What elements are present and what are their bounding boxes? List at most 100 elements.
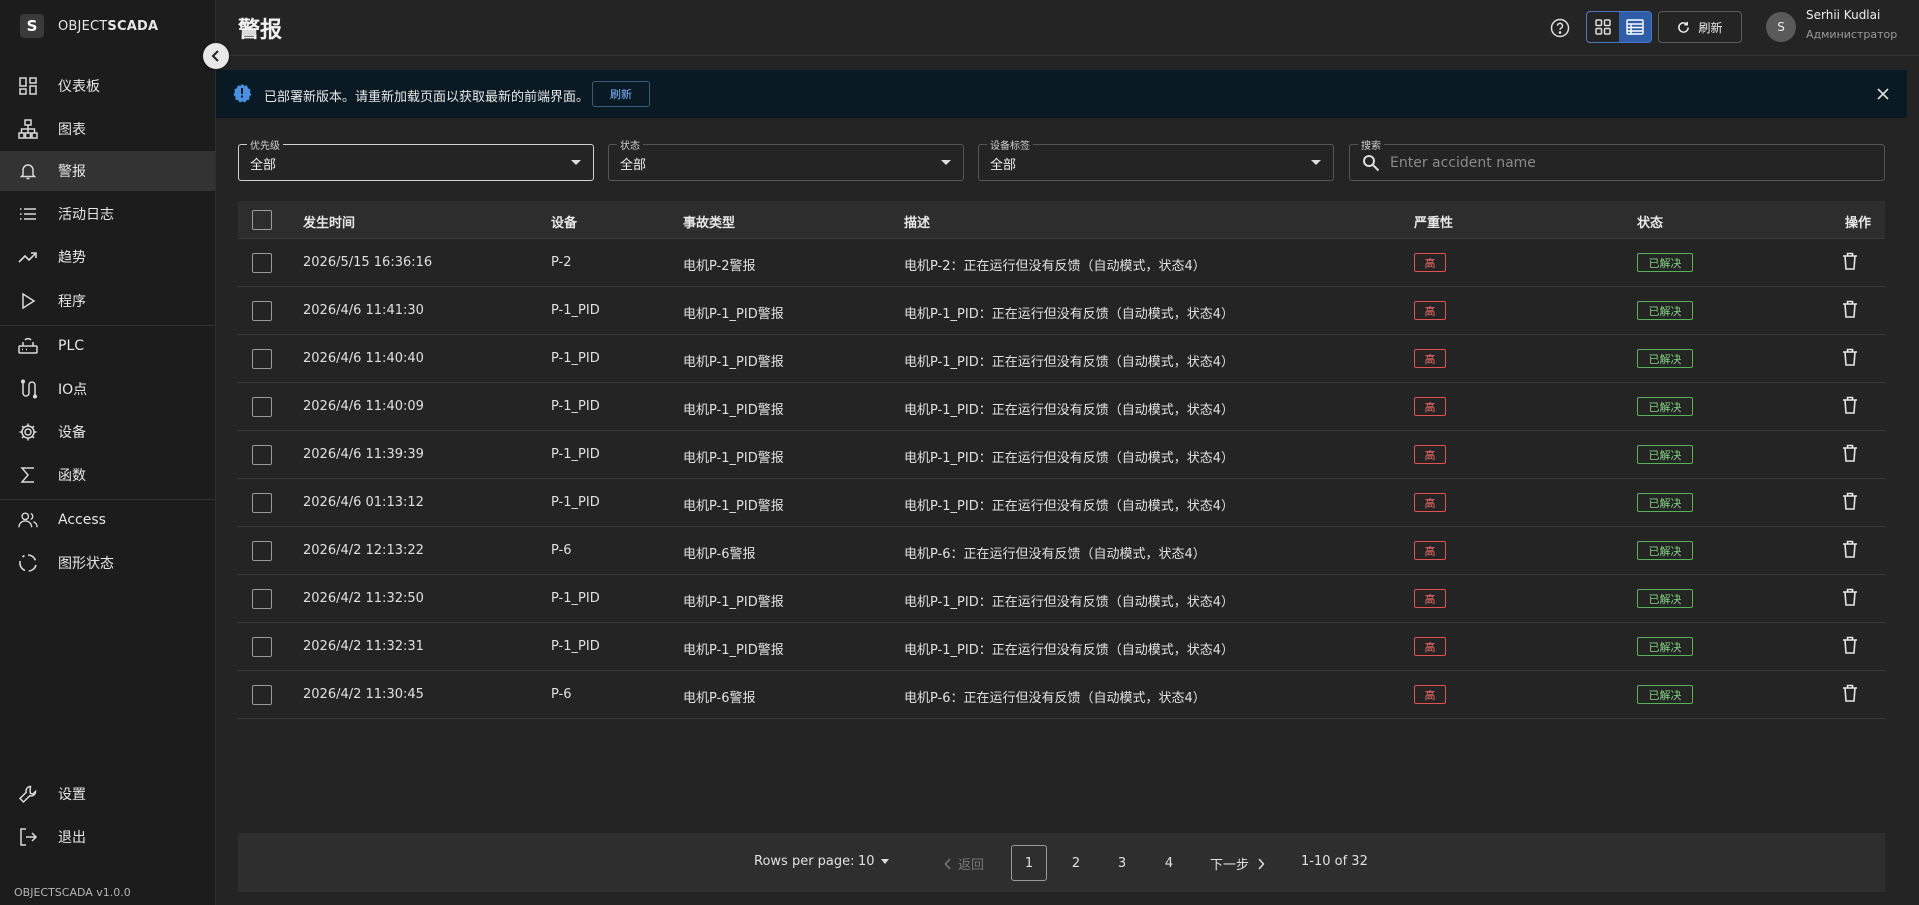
close-icon[interactable] [1873,84,1893,104]
page-button-2[interactable]: 2 [1058,845,1094,881]
page-button-4[interactable]: 4 [1151,845,1187,881]
banner-message: 已部署新版本。请重新加载页面以获取最新的前端界面。 [264,90,590,105]
trash-icon[interactable] [1842,684,1862,706]
cell-type: 电机P-2警报 [683,259,756,274]
row-checkbox[interactable] [252,301,272,321]
priority-select[interactable]: 优先级 全部 [238,137,594,181]
status-badge: 已解决 [1637,397,1693,416]
table-row[interactable]: 2026/5/15 16:36:16 P-2 电机P-2警报 电机P-2：正在运… [238,239,1885,287]
table-row[interactable]: 2026/4/6 11:39:39 P-1_PID 电机P-1_PID警报 电机… [238,431,1885,479]
trash-icon[interactable] [1842,300,1862,322]
column-header-description[interactable]: 描述 [904,212,930,231]
trash-icon[interactable] [1842,348,1862,370]
caret-down-icon [941,160,951,165]
sidebar-item-label: 警报 [58,164,86,180]
select-all-checkbox[interactable] [252,210,272,230]
table-row[interactable]: 2026/4/2 12:13:22 P-6 电机P-6警报 电机P-6：正在运行… [238,527,1885,575]
grid-view-button[interactable] [1587,12,1619,42]
column-header-time[interactable]: 发生时间 [303,212,355,231]
sidebar-item-label: 设备 [58,425,86,441]
column-header-type[interactable]: 事故类型 [683,212,735,231]
table-row[interactable]: 2026/4/6 11:41:30 P-1_PID 电机P-1_PID警报 电机… [238,287,1885,335]
help-icon[interactable] [1546,14,1574,42]
list-view-button[interactable] [1619,12,1651,42]
sidebar-item-dashboard[interactable]: 仪表板 [0,66,215,106]
brand[interactable]: S OBJECTSCADA [0,0,215,52]
plc-icon [18,336,38,356]
table-row[interactable]: 2026/4/2 11:32:31 P-1_PID 电机P-1_PID警报 电机… [238,623,1885,671]
column-header-device[interactable]: 设备 [551,212,577,231]
view-toggle [1586,11,1652,43]
trash-icon[interactable] [1842,396,1862,418]
device-tag-select[interactable]: 设备标签 全部 [978,137,1334,181]
user-name[interactable]: Serhii Kudlai [1806,8,1880,22]
sidebar-item-functions[interactable]: 函数 [0,455,215,495]
sidebar-item-settings[interactable]: 设置 [0,774,215,814]
trash-icon[interactable] [1842,540,1862,562]
severity-badge: 高 [1414,253,1446,272]
page-button-3[interactable]: 3 [1104,845,1140,881]
rows-per-page-select[interactable]: 10 [858,854,889,869]
table-row[interactable]: 2026/4/6 11:40:09 P-1_PID 电机P-1_PID警报 电机… [238,383,1885,431]
row-checkbox[interactable] [252,685,272,705]
row-checkbox[interactable] [252,589,272,609]
table-row[interactable]: 2026/4/6 01:13:12 P-1_PID 电机P-1_PID警报 电机… [238,479,1885,527]
wrench-icon [18,784,38,804]
rows-per-page-value: 10 [858,854,875,869]
table-row[interactable]: 2026/4/6 11:40:40 P-1_PID 电机P-1_PID警报 电机… [238,335,1885,383]
sidebar-item-label: Access [58,512,106,528]
avatar[interactable]: S [1766,12,1796,42]
sidebar-item-access[interactable]: Access [0,500,215,540]
trash-icon[interactable] [1842,588,1862,610]
prev-page-button[interactable]: 返回 [944,854,984,873]
alarms-table: 发生时间 设备 事故类型 描述 严重性 状态 操作 2026/5/15 16:3… [238,201,1885,719]
sidebar-item-activity-log[interactable]: 活动日志 [0,194,215,234]
brand-name-suffix: SCADA [107,18,159,34]
sidebar-item-logout[interactable]: 退出 [0,817,215,857]
row-checkbox[interactable] [252,253,272,273]
row-checkbox[interactable] [252,349,272,369]
sidebar-item-graphic-states[interactable]: 图形状态 [0,543,215,583]
cell-time: 2026/4/2 11:32:50 [303,591,424,606]
trash-icon[interactable] [1842,252,1862,274]
sidebar-item-programs[interactable]: 程序 [0,281,215,321]
sidebar-item-io-points[interactable]: IO点 [0,369,215,409]
sidebar-item-plc[interactable]: PLC [0,326,215,366]
search-input[interactable] [1390,153,1870,173]
cell-time: 2026/5/15 16:36:16 [303,255,433,270]
trash-icon[interactable] [1842,636,1862,658]
device-tag-label: 设备标签 [987,137,1033,152]
row-checkbox[interactable] [252,541,272,561]
caret-down-icon [1311,160,1321,165]
table-header: 发生时间 设备 事故类型 描述 严重性 状态 操作 [238,201,1885,239]
severity-badge: 高 [1414,685,1446,704]
table-row[interactable]: 2026/4/2 11:32:50 P-1_PID 电机P-1_PID警报 电机… [238,575,1885,623]
table-row[interactable]: 2026/4/2 11:30:45 P-6 电机P-6警报 电机P-6：正在运行… [238,671,1885,719]
sigma-icon [18,465,38,485]
severity-badge: 高 [1414,493,1446,512]
sidebar-item-diagrams[interactable]: 图表 [0,109,215,149]
row-checkbox[interactable] [252,397,272,417]
next-page-button[interactable]: 下一步 [1210,854,1265,873]
brand-logo: S [20,14,44,38]
page-button-1[interactable]: 1 [1011,845,1047,881]
refresh-button[interactable]: 刷新 [1658,11,1742,43]
chevron-left-icon [211,50,219,62]
row-checkbox[interactable] [252,493,272,513]
sidebar-item-alarms[interactable]: 警报 [0,151,215,191]
sidebar-item-label: 图形状态 [58,556,114,572]
banner-refresh-button[interactable]: 刷新 [592,81,650,107]
trash-icon[interactable] [1842,492,1862,514]
brand-name: OBJECTSCADA [58,19,158,34]
collapse-sidebar-button[interactable] [203,43,229,69]
trash-icon[interactable] [1842,444,1862,466]
row-checkbox[interactable] [252,637,272,657]
sidebar-item-trends[interactable]: 趋势 [0,237,215,277]
severity-badge: 高 [1414,541,1446,560]
status-select[interactable]: 状态 全部 [608,137,964,181]
column-header-status[interactable]: 状态 [1637,212,1663,231]
io-icon [18,379,38,399]
sidebar-item-devices[interactable]: 设备 [0,412,215,452]
row-checkbox[interactable] [252,445,272,465]
column-header-severity[interactable]: 严重性 [1414,212,1453,231]
